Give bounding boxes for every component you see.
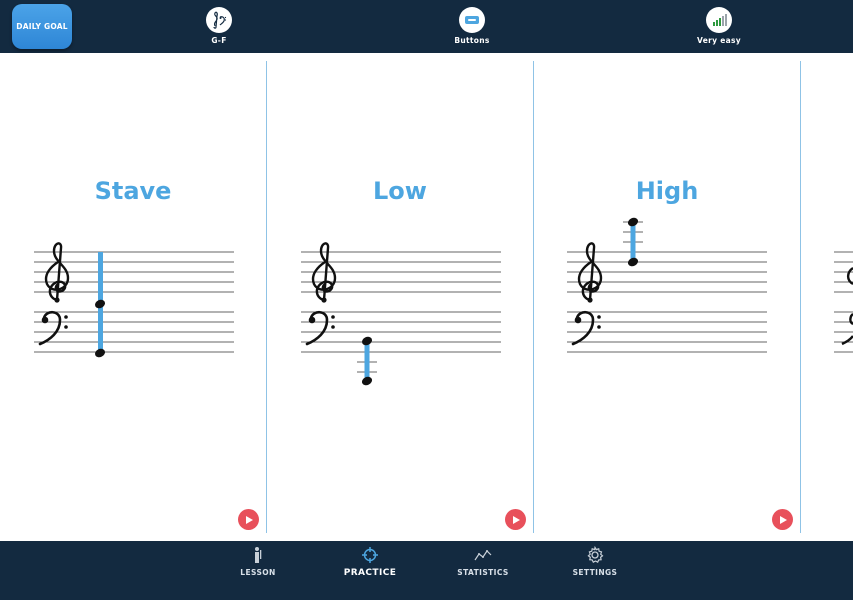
- input-mode-label: Buttons: [454, 36, 490, 45]
- play-icon: [245, 515, 253, 524]
- clef-range-icon: [206, 7, 232, 33]
- nav-settings-label: SETTINGS: [572, 568, 618, 577]
- next-card-peek: [834, 251, 853, 353]
- card-divider: [800, 61, 801, 533]
- card-title: High: [635, 177, 699, 205]
- play-button[interactable]: [505, 509, 526, 530]
- play-button[interactable]: [238, 509, 259, 530]
- difficulty-label: Very easy: [697, 36, 741, 45]
- buttons-icon: [459, 7, 485, 33]
- lesson-icon: [249, 546, 267, 564]
- bass-clef-icon: [305, 310, 335, 346]
- range-label: G-F: [211, 36, 227, 45]
- bass-clef-icon: [571, 310, 601, 346]
- play-button[interactable]: [772, 509, 793, 530]
- nav-practice[interactable]: PRACTICE: [325, 546, 415, 578]
- grand-staff-high-range: [567, 217, 767, 353]
- chart-line-icon: [474, 546, 492, 564]
- nav-lesson-label: LESSON: [240, 568, 276, 577]
- play-icon: [779, 515, 787, 524]
- input-mode-selector[interactable]: Buttons: [432, 7, 512, 45]
- grand-staff-stave-range: [34, 242, 234, 358]
- daily-goal-label: DAILY GOAL: [16, 22, 68, 31]
- play-icon: [512, 515, 520, 524]
- range-selector[interactable]: G-F: [179, 7, 259, 45]
- target-icon: [361, 546, 379, 564]
- nav-practice-label: PRACTICE: [343, 568, 397, 578]
- nav-lesson[interactable]: LESSON: [213, 546, 303, 577]
- difficulty-selector[interactable]: Very easy: [679, 7, 759, 45]
- bottom-navigation: LESSON PRACTICE STATISTICS SETTINGS: [0, 541, 853, 600]
- gear-icon: [586, 546, 604, 564]
- daily-goal-button[interactable]: DAILY GOAL: [12, 4, 72, 49]
- nav-settings[interactable]: SETTINGS: [550, 546, 640, 577]
- nav-statistics-label: STATISTICS: [457, 568, 509, 577]
- bass-clef-icon: [38, 310, 68, 346]
- card-divider: [266, 61, 267, 533]
- card-title: Stave: [94, 177, 172, 205]
- card-divider: [533, 61, 534, 533]
- grand-staff-low-range: [301, 242, 501, 386]
- card-title: Low: [373, 177, 427, 205]
- nav-statistics[interactable]: STATISTICS: [438, 546, 528, 577]
- top-bar: DAILY GOAL G-F Buttons Very easy: [0, 0, 853, 53]
- card-carousel: Stave Low High: [0, 53, 853, 541]
- difficulty-bars-icon: [706, 7, 732, 33]
